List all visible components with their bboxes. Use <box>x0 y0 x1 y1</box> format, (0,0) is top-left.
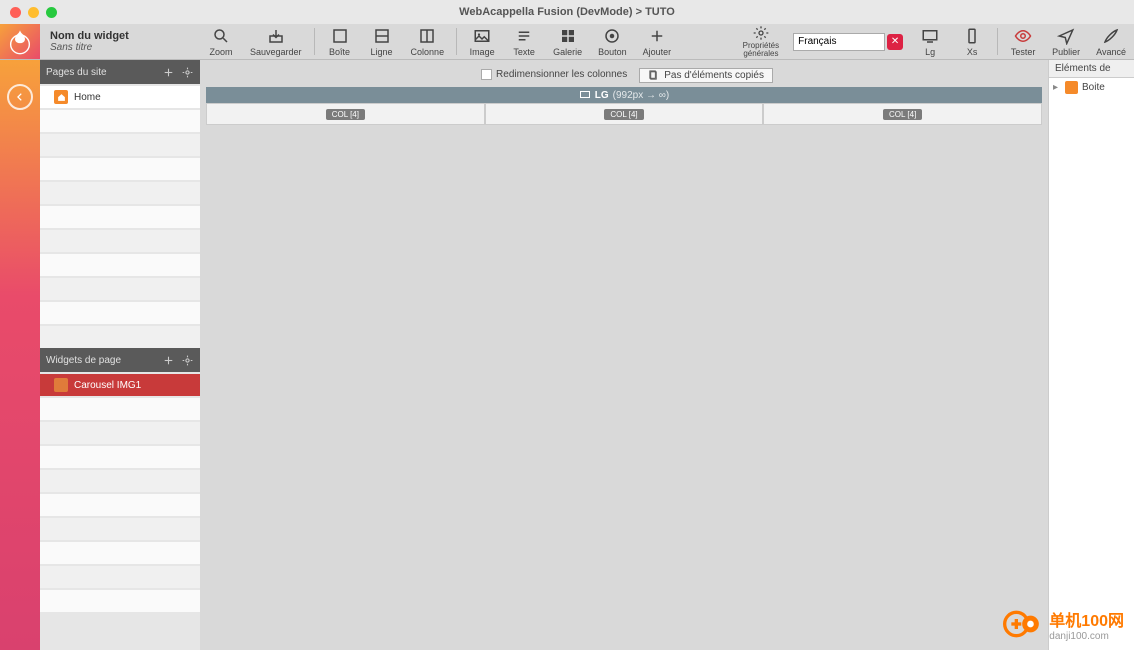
widget-icon <box>54 378 68 392</box>
language-input[interactable] <box>793 33 885 51</box>
box-button[interactable]: Boîte <box>319 24 361 59</box>
test-button[interactable]: Tester <box>1002 24 1044 59</box>
brush-icon <box>1102 27 1120 45</box>
zoom-icon <box>212 27 230 45</box>
elements-header: Eléments de <box>1049 60 1134 78</box>
general-properties-button[interactable]: Propriétésgénérales <box>735 24 787 59</box>
zoom-button[interactable]: Zoom <box>200 24 242 59</box>
send-icon <box>1057 27 1075 45</box>
maximize-traffic[interactable] <box>46 7 57 18</box>
minimize-traffic[interactable] <box>28 7 39 18</box>
close-traffic[interactable] <box>10 7 21 18</box>
add-widget-icon[interactable] <box>162 354 175 367</box>
box-icon <box>1065 81 1078 94</box>
plus-icon <box>648 27 666 45</box>
button-icon <box>603 27 621 45</box>
pages-header: Pages du site <box>40 60 200 84</box>
app-logo[interactable] <box>0 24 40 59</box>
gear-icon <box>753 25 769 41</box>
widget-item-label: Carousel IMG1 <box>74 380 141 391</box>
gallery-icon <box>559 27 577 45</box>
widget-item-carousel[interactable]: Carousel IMG1 <box>40 374 200 396</box>
widgets-header: Widgets de page <box>40 348 200 372</box>
clipboard-status[interactable]: Pas d'éléments copiés <box>639 68 773 83</box>
column-icon <box>418 27 436 45</box>
box-icon <box>331 27 349 45</box>
right-panel: Eléments de ▸ Boite <box>1048 60 1134 650</box>
canvas-options: Redimensionner les colonnes Pas d'élémen… <box>206 66 1048 84</box>
traffic-lights <box>10 7 57 18</box>
watermark-name: 单机100网 <box>1049 607 1124 631</box>
home-icon <box>54 90 68 104</box>
left-panel: Pages du site Home Widgets de page Carou… <box>40 60 200 650</box>
layout-columns: COL [4] COL [4] COL [4] <box>206 103 1042 125</box>
xs-viewport-button[interactable]: Xs <box>951 24 993 59</box>
rail-back-button[interactable] <box>7 84 33 110</box>
element-item-label: Boite <box>1082 82 1105 93</box>
language-selector[interactable]: ✕ <box>787 24 909 59</box>
app-logo-icon <box>6 28 34 56</box>
desktop-icon <box>579 89 591 101</box>
advanced-button[interactable]: Avancé <box>1088 24 1134 59</box>
line-button[interactable]: Ligne <box>361 24 403 59</box>
widget-info: Nom du widget Sans titre <box>40 24 200 59</box>
page-item-label: Home <box>74 92 101 103</box>
watermark: 单机100网 danji100.com <box>1003 604 1124 644</box>
left-rail <box>0 60 40 650</box>
layout-column[interactable]: COL [4] <box>206 103 485 125</box>
column-button[interactable]: Colonne <box>403 24 453 59</box>
eye-icon <box>1014 27 1032 45</box>
image-icon <box>473 27 491 45</box>
chevron-left-icon <box>15 92 25 102</box>
lg-viewport-button[interactable]: Lg <box>909 24 951 59</box>
widgets-gear-icon[interactable] <box>181 354 194 367</box>
language-clear-icon[interactable]: ✕ <box>887 34 903 50</box>
image-button[interactable]: Image <box>461 24 503 59</box>
pages-gear-icon[interactable] <box>181 66 194 79</box>
watermark-url: danji100.com <box>1049 631 1124 642</box>
canvas-area: Redimensionner les colonnes Pas d'élémen… <box>200 60 1048 650</box>
layout-column[interactable]: COL [4] <box>485 103 764 125</box>
save-button[interactable]: Sauvegarder <box>242 24 310 59</box>
widget-info-label: Nom du widget <box>50 30 200 42</box>
pages-title: Pages du site <box>46 67 107 78</box>
text-button[interactable]: Texte <box>503 24 545 59</box>
desktop-icon <box>921 27 939 45</box>
breakpoint-bar[interactable]: LG (992px → ∞) <box>206 87 1042 103</box>
publish-button[interactable]: Publier <box>1044 24 1088 59</box>
element-item-boite[interactable]: ▸ Boite <box>1049 78 1134 97</box>
add-page-icon[interactable] <box>162 66 175 79</box>
save-icon <box>267 27 285 45</box>
caret-right-icon: ▸ <box>1053 82 1061 93</box>
toolbar: Nom du widget Sans titre Zoom Sauvegarde… <box>0 24 1134 60</box>
titlebar: WebAcappella Fusion (DevMode) > TUTO <box>0 0 1134 24</box>
layout-column[interactable]: COL [4] <box>763 103 1042 125</box>
page-item-home[interactable]: Home <box>40 86 200 108</box>
window-title: WebAcappella Fusion (DevMode) > TUTO <box>459 6 675 18</box>
text-icon <box>515 27 533 45</box>
button-button[interactable]: Bouton <box>590 24 635 59</box>
widget-info-value: Sans titre <box>50 42 200 53</box>
watermark-logo-icon <box>1003 604 1043 644</box>
line-icon <box>373 27 391 45</box>
gallery-button[interactable]: Galerie <box>545 24 590 59</box>
resize-columns-checkbox[interactable]: Redimensionner les colonnes <box>481 69 627 80</box>
clipboard-icon <box>648 70 659 81</box>
add-button[interactable]: Ajouter <box>635 24 680 59</box>
widgets-title: Widgets de page <box>46 355 121 366</box>
mobile-icon <box>963 27 981 45</box>
